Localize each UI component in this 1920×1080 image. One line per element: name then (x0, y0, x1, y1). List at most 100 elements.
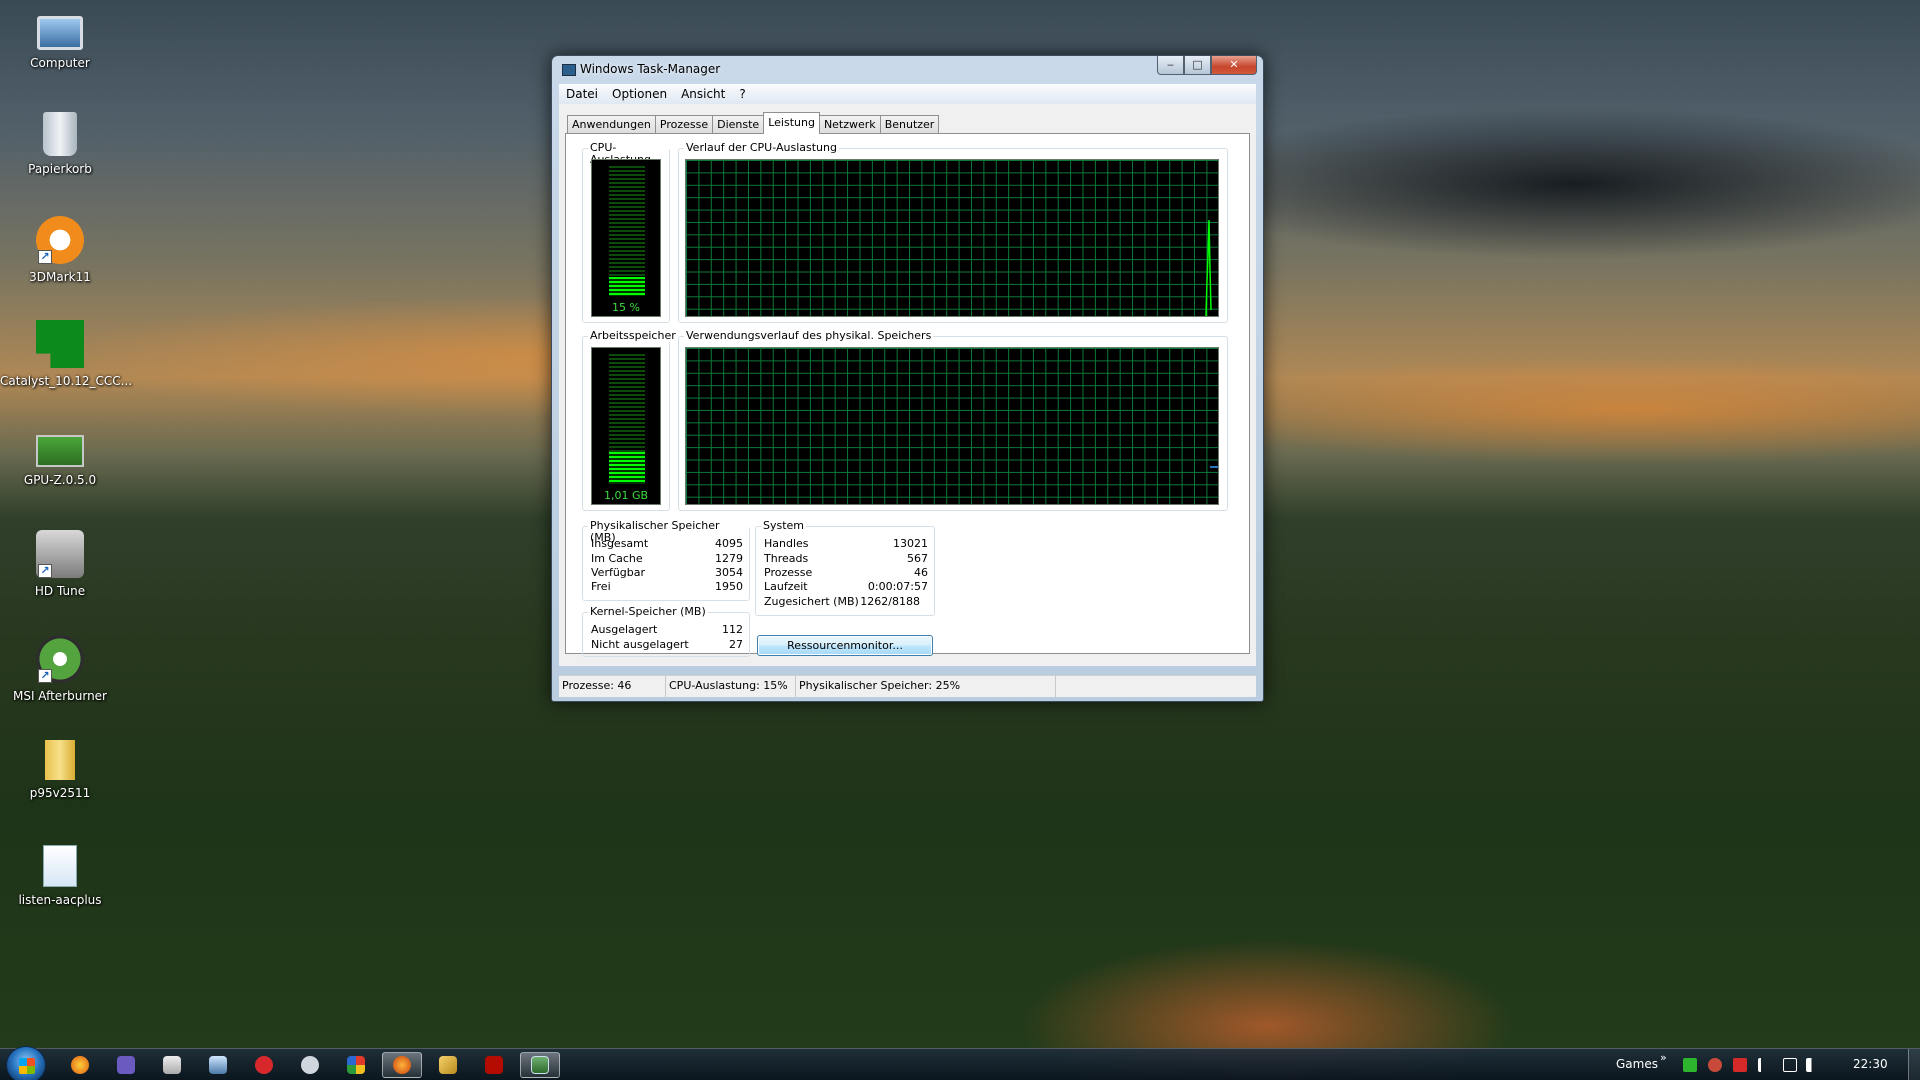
taskbar-steam[interactable] (290, 1052, 330, 1078)
resource-monitor-button[interactable]: Ressourcenmonitor... (757, 635, 933, 656)
z-icon (117, 1056, 135, 1074)
taskbar-adobe[interactable] (474, 1052, 514, 1078)
stat-value: 4095 (715, 537, 743, 550)
stat-key: Im Cache (591, 552, 643, 565)
stat-value: 1950 (715, 580, 743, 593)
taskbar-pen[interactable] (428, 1052, 468, 1078)
status-cpu: CPU-Auslastung: 15% (666, 676, 796, 697)
cpu-history-group: Verlauf der CPU-Auslastung (678, 142, 1228, 323)
stat-value: 13021 (893, 537, 928, 550)
taskbar-calculator[interactable] (152, 1052, 192, 1078)
desktop-icon-3dmark[interactable]: ↗ 3DMark11 (0, 216, 120, 284)
desktop-icon-hdtune[interactable]: ↗ HD Tune (0, 530, 120, 598)
taskbar-z[interactable] (106, 1052, 146, 1078)
show-desktop-button[interactable] (1908, 1049, 1920, 1080)
memory-history-graph (685, 347, 1219, 505)
tray-burn-icon[interactable] (1733, 1058, 1747, 1072)
taskbar: Games » 22:30 (0, 1046, 1920, 1080)
stat-key: Laufzeit (764, 580, 808, 593)
windows-logo-icon (19, 1058, 35, 1074)
task-manager-icon (531, 1056, 549, 1074)
network-icon[interactable] (1783, 1058, 1797, 1072)
msi-afterburner-icon: ↗ (36, 635, 84, 683)
stat-value: 0:00:07:57 (867, 580, 928, 593)
cpu-history-graph (685, 159, 1219, 317)
status-processes: Prozesse: 46 (559, 676, 666, 697)
desktop-icon-recycle-bin[interactable]: Papierkorb (0, 112, 120, 176)
pen-icon (439, 1056, 457, 1074)
firefox-icon (71, 1056, 89, 1074)
stat-key: Insgesamt (591, 537, 649, 550)
desktop-icon-label: GPU-Z.0.5.0 (23, 473, 97, 487)
stat-row: Ausgelagert 112 (591, 623, 743, 637)
flag-icon[interactable] (1758, 1058, 1772, 1072)
3dmark-icon: ↗ (36, 216, 84, 264)
stat-key: Zugesichert (MB) (764, 595, 859, 608)
title-bar[interactable]: Windows Task-Manager ‒ □ ✕ (552, 56, 1263, 84)
desktop-icon-gpuz[interactable]: GPU-Z.0.5.0 (0, 425, 120, 487)
tab-dienste[interactable]: Dienste (712, 115, 765, 134)
tray-games-label[interactable]: Games (1616, 1057, 1658, 1071)
kernel-memory-group: Kernel-Speicher (MB) Ausgelagert 112 Nich… (582, 606, 750, 657)
stat-key: Threads (764, 552, 809, 565)
minimize-button[interactable]: ‒ (1157, 56, 1184, 75)
burn-icon (255, 1056, 273, 1074)
stat-row: Verfügbar 3054 (591, 566, 743, 580)
tab-prozesse[interactable]: Prozesse (654, 115, 714, 134)
hdtune-icon: ↗ (36, 530, 84, 578)
tab-anwendungen[interactable]: Anwendungen (567, 115, 656, 134)
close-button[interactable]: ✕ (1211, 56, 1257, 75)
stat-row: Zugesichert (MB) 1262/8188 (764, 595, 920, 609)
calculator-icon (163, 1056, 181, 1074)
cpu-meter-fill (609, 276, 645, 296)
desktop-icon-computer[interactable]: Computer (0, 8, 120, 70)
tab-strip: Anwendungen Prozesse Dienste Leistung Ne… (567, 112, 940, 134)
volume-icon[interactable] (1806, 1058, 1820, 1072)
desktop-icon-listen-aacplus[interactable]: listen-aacplus (0, 845, 120, 907)
taskbar-task-manager[interactable] (520, 1052, 560, 1078)
desktop-icon-label: HD Tune (34, 584, 86, 598)
cpu-meter-value: 15 % (612, 301, 640, 314)
taskbar-shield[interactable] (336, 1052, 376, 1078)
stat-row: Handles 13021 (764, 537, 928, 551)
clock[interactable]: 22:30 (1853, 1057, 1888, 1071)
document-icon (43, 845, 77, 887)
firefox-active-icon (393, 1056, 411, 1074)
menu-optionen[interactable]: Optionen (605, 87, 674, 101)
menu-help[interactable]: ? (732, 87, 752, 101)
desktop-icon-p95[interactable]: p95v2511 (0, 740, 120, 800)
memory-meter: 1,01 GB (591, 347, 661, 505)
desktop-icon-catalyst[interactable]: Catalyst_10.12_CCC... (0, 320, 132, 388)
maximize-button[interactable]: □ (1184, 56, 1211, 75)
taskbar-firefox[interactable] (60, 1052, 100, 1078)
menu-ansicht[interactable]: Ansicht (674, 87, 732, 101)
stat-key: Frei (591, 580, 611, 593)
desktop-icon-label: 3DMark11 (29, 270, 91, 284)
taskbar-burn[interactable] (244, 1052, 284, 1078)
cpu-history-label: Verlauf der CPU-Auslastung (684, 141, 839, 154)
stat-row: Laufzeit 0:00:07:57 (764, 580, 928, 594)
stat-key: Handles (764, 537, 809, 550)
monitor-icon (209, 1056, 227, 1074)
tray-network-activity-icon[interactable] (1708, 1058, 1722, 1072)
desktop-icon-msi-afterburner[interactable]: ↗ MSI Afterburner (0, 635, 120, 703)
taskbar-firefox-active[interactable] (382, 1052, 422, 1078)
tab-leistung[interactable]: Leistung (763, 112, 820, 134)
cpu-usage-group: CPU-Auslastung 15 % (582, 142, 670, 323)
memory-label: Arbeitsspeicher (588, 329, 678, 342)
start-button[interactable] (6, 1046, 46, 1080)
memory-meter-fill (609, 451, 645, 484)
task-manager-window: Windows Task-Manager ‒ □ ✕ Datei Optione… (551, 55, 1264, 702)
tab-benutzer[interactable]: Benutzer (879, 115, 940, 134)
adobe-icon (485, 1056, 503, 1074)
tray-chevron-icon[interactable]: » (1660, 1051, 1667, 1064)
taskbar-monitor[interactable] (198, 1052, 238, 1078)
shortcut-arrow-icon: ↗ (38, 250, 52, 264)
menu-datei[interactable]: Datei (559, 87, 605, 101)
tray-gpu-icon[interactable] (1683, 1058, 1697, 1072)
tab-netzwerk[interactable]: Netzwerk (818, 115, 881, 134)
steam-icon (301, 1056, 319, 1074)
performance-panel: CPU-Auslastung 15 % Verlauf der CPU-Ausl… (565, 133, 1250, 657)
stat-key: Prozesse (764, 566, 813, 579)
desktop-icon-label: Computer (30, 56, 90, 70)
